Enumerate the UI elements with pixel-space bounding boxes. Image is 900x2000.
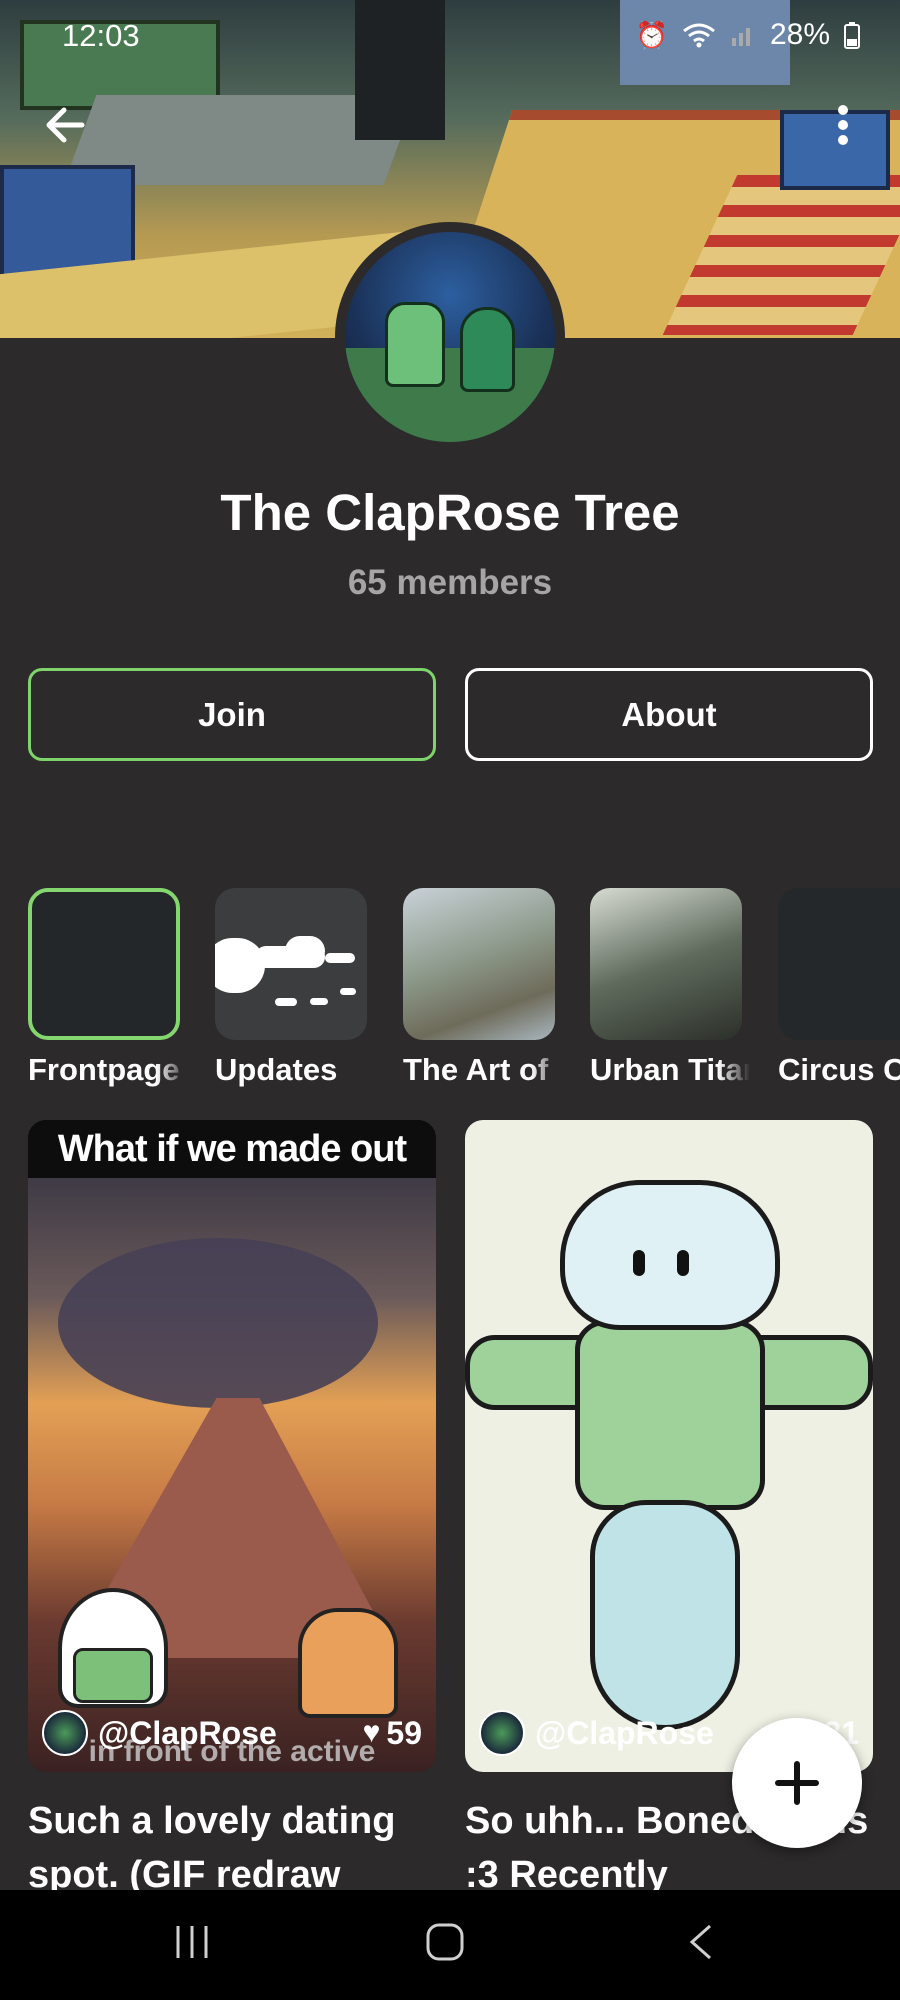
post-image — [465, 1120, 873, 1772]
post-author[interactable]: @ClapRose — [535, 1715, 714, 1752]
category-thumbnail — [28, 888, 180, 1040]
author-avatar[interactable] — [42, 1710, 88, 1756]
post-card[interactable]: What if we made out in front of the acti… — [28, 1120, 436, 1772]
post-title[interactable]: Such a lovely dating spot. (GIF redraw — [28, 1794, 448, 1890]
back-icon[interactable] — [686, 1922, 716, 1962]
category-label: Updates — [215, 1052, 338, 1087]
status-bar: 12:03 ⏰ 28% — [0, 0, 900, 72]
post-image — [28, 1178, 436, 1772]
status-icons: ⏰ 28% — [636, 18, 860, 52]
like-count-value: 59 — [386, 1714, 422, 1751]
community-name: The ClapRose Tree — [220, 484, 680, 541]
category-thumbnail — [778, 888, 900, 1040]
category-label: Frontpage — [28, 1052, 180, 1087]
category-thumbnail — [403, 888, 555, 1040]
category-label: Circus C — [778, 1052, 900, 1087]
category-label: The Art of — [403, 1052, 549, 1087]
post-image-caption: What if we made out — [28, 1120, 436, 1178]
category-updates[interactable]: Updates — [215, 888, 367, 1088]
create-post-button[interactable] — [732, 1718, 862, 1848]
community-avatar — [335, 222, 565, 452]
category-urban-titans[interactable]: Urban Titans — [590, 888, 750, 1088]
like-count[interactable]: ♥ 59 — [363, 1715, 422, 1752]
heart-icon: ♥ — [362, 1716, 381, 1749]
recent-apps-icon[interactable] — [172, 1922, 212, 1962]
member-count: 65 members — [347, 563, 553, 602]
battery-icon — [844, 22, 860, 49]
more-vertical-icon — [838, 105, 848, 145]
category-thumbnail — [215, 888, 367, 1040]
alarm-icon: ⏰ — [635, 19, 668, 50]
about-button[interactable]: About — [465, 668, 873, 761]
home-icon[interactable] — [425, 1922, 465, 1962]
post-meta: @ClapRose ♥ 59 — [42, 1708, 422, 1758]
more-options-button[interactable] — [828, 100, 858, 150]
plus-icon — [775, 1761, 819, 1805]
category-circus[interactable]: Circus C — [778, 888, 900, 1088]
arrow-left-icon — [46, 107, 85, 143]
category-label: Urban Titans — [590, 1052, 750, 1087]
join-button[interactable]: Join — [28, 668, 436, 761]
wifi-icon — [683, 23, 715, 48]
signal-icon — [731, 28, 750, 46]
system-nav-bar — [0, 1890, 900, 2000]
category-the-art-of[interactable]: The Art of — [403, 888, 555, 1088]
category-thumbnail — [590, 888, 742, 1040]
category-frontpage[interactable]: Frontpage — [28, 888, 180, 1088]
category-carousel[interactable]: Frontpage Updates The Art of Urban Titan… — [28, 888, 900, 1098]
back-button[interactable] — [40, 100, 90, 150]
battery-percent: 28% — [769, 18, 830, 51]
status-time: 12:03 — [62, 18, 140, 53]
author-avatar[interactable] — [479, 1710, 525, 1756]
post-author[interactable]: @ClapRose — [98, 1715, 277, 1752]
post-card[interactable]: @ClapRose ♥ 131 — [465, 1120, 873, 1772]
